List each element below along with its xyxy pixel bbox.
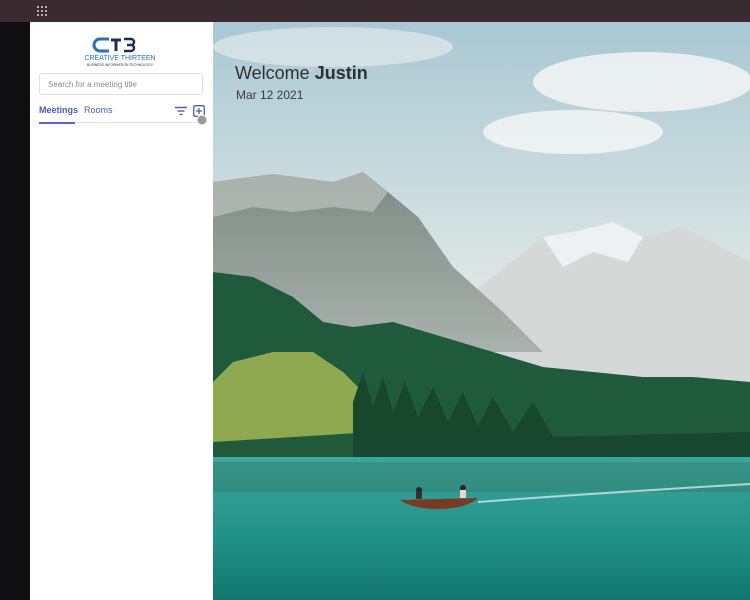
filter-icon[interactable]	[175, 106, 187, 116]
welcome-prefix: Welcome	[235, 63, 315, 83]
meeting-search-input[interactable]	[39, 73, 203, 95]
app-launcher-icon[interactable]	[37, 6, 47, 16]
tab-rooms[interactable]: Rooms	[84, 105, 113, 115]
user-name: Justin	[314, 63, 368, 83]
mouse-cursor-icon	[196, 114, 208, 126]
app-rail	[0, 22, 30, 600]
logo-tagline: BUSINESS INFORMATION TECHNOLOGY	[87, 63, 154, 67]
current-date: Mar 12 2021	[236, 88, 304, 102]
landscape-background-image	[213, 22, 750, 600]
company-logo: CREATIVE THIRTEEN BUSINESS INFORMATION T…	[84, 37, 156, 67]
welcome-heading: Welcome Justin	[235, 63, 368, 84]
tab-meetings[interactable]: Meetings	[39, 105, 78, 124]
welcome-hero: Welcome Justin Mar 12 2021	[213, 22, 750, 600]
logo-name: CREATIVE THIRTEEN	[84, 55, 155, 62]
sidebar-tabs: Meetings Rooms	[39, 102, 205, 124]
top-bar	[0, 0, 750, 22]
sidebar: CREATIVE THIRTEEN BUSINESS INFORMATION T…	[30, 22, 213, 600]
